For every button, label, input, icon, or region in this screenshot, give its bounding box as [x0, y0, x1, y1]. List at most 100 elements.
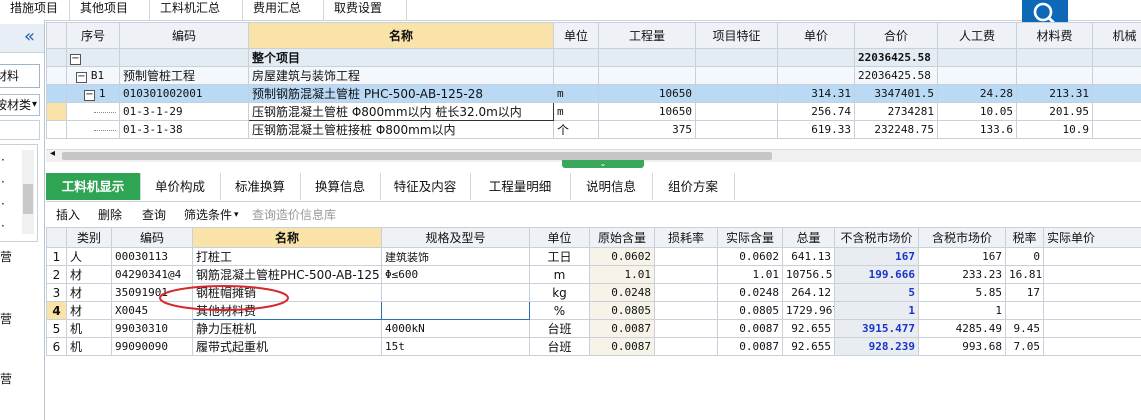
cell-price[interactable]: 256.74 — [777, 102, 855, 121]
menu-fee-settings[interactable]: 取费设置 — [324, 0, 407, 20]
cell-tax-rate[interactable]: 17 — [1005, 283, 1044, 302]
cell-price[interactable]: 619.33 — [777, 120, 855, 139]
filter-button[interactable]: 筛选条件 — [184, 205, 232, 225]
cell-labor[interactable] — [937, 48, 1017, 67]
cell-total[interactable]: 1729.9678 — [782, 301, 835, 320]
cell-spec[interactable] — [381, 283, 530, 302]
header-seq[interactable]: 序号 — [66, 22, 120, 49]
collapse-icon[interactable]: « — [24, 26, 35, 47]
table-row[interactable]: 3 材 35091901 钢桩帽摊销 kg 0.0248 0.0248 264.12 5 5.85… — [46, 283, 1141, 302]
table-row[interactable]: 01-3-1-38 压钢筋混凝土管桩接桩 Φ800mm以内 个 375 619.… — [46, 120, 1141, 139]
cell-name[interactable]: 房屋建筑与装饰工程 — [248, 66, 554, 85]
cell-machine[interactable] — [1092, 48, 1141, 67]
cell-feature[interactable] — [695, 66, 778, 85]
cell-total[interactable]: 92.655 — [782, 337, 835, 356]
cell-tax-rate[interactable]: 0 — [1005, 247, 1044, 266]
header-labor[interactable]: 人工费 — [937, 22, 1017, 49]
header-machine[interactable]: 机械 — [1092, 22, 1141, 49]
cell-actual-content[interactable]: 1.01 — [717, 265, 783, 284]
cell-tax-rate[interactable]: 16.81 — [1005, 265, 1044, 284]
header-market-price-tax[interactable]: 含税市场价 — [918, 227, 1006, 248]
header-qty[interactable]: 工程量 — [598, 22, 696, 49]
cell-actual-price[interactable]: 199.666 — [1043, 265, 1141, 284]
cell-name[interactable]: 钢桩帽摊销 — [192, 283, 382, 302]
cell-qty[interactable]: 375 — [598, 120, 696, 139]
left-item-material[interactable]: 材料 — [0, 64, 40, 88]
tab-conversion-info[interactable]: 换算信息 — [300, 173, 381, 200]
header-tax-rate[interactable]: 税率 — [1005, 227, 1044, 248]
cell-name[interactable]: 压钢筋混凝土管桩 Φ800mm以内 桩长32.0m以内 — [248, 102, 554, 121]
cell-code[interactable]: 01-3-1-38 — [119, 120, 249, 139]
table-row[interactable]: − 整个项目 22036425.58 — [46, 48, 1141, 67]
cell-feature[interactable] — [695, 102, 778, 121]
cell-material[interactable] — [1016, 66, 1093, 85]
cell-code[interactable]: 35091901 — [111, 283, 193, 302]
cell-material[interactable]: 201.95 — [1016, 102, 1093, 121]
cell-spec[interactable]: 建筑装饰 — [381, 247, 530, 266]
cell-name[interactable]: 静力压桩机 — [192, 319, 382, 338]
cell-total[interactable]: 92.655 — [782, 319, 835, 338]
tab-standard-conversion[interactable]: 标准换算 — [220, 173, 301, 200]
cell-code[interactable]: 99090090 — [111, 337, 193, 356]
cell-unit[interactable]: 个 — [553, 120, 599, 139]
cell-market-price-notax[interactable]: 928.239 — [834, 337, 919, 356]
cell-machine[interactable] — [1092, 66, 1141, 85]
scroll-thumb[interactable] — [62, 152, 772, 160]
collapse-box-icon[interactable]: − — [70, 54, 81, 65]
cell-tax-rate[interactable]: 7.05 — [1005, 337, 1044, 356]
table-row[interactable]: 01-3-1-29 压钢筋混凝土管桩 Φ800mm以内 桩长32.0m以内 m … — [46, 102, 1141, 121]
cell-price[interactable] — [777, 66, 855, 85]
cell-unit[interactable]: m — [529, 265, 590, 284]
cell-labor[interactable] — [937, 66, 1017, 85]
cell-total[interactable]: 264.12 — [782, 283, 835, 302]
cell-feature[interactable] — [695, 48, 778, 67]
table-row[interactable]: 6 机 99090090 履带式起重机 15t 台班 0.0087 0.0087 92.655 9… — [46, 337, 1141, 356]
query-price-db-button[interactable]: 查询造价信息库 — [252, 205, 336, 225]
cell-qty[interactable]: 10650 — [598, 84, 696, 103]
cell-name[interactable]: 钢筋混凝土管桩PHC-500-AB-125… — [192, 265, 382, 284]
cell-orig-content[interactable]: 0.0087 — [589, 337, 655, 356]
cell-unit[interactable]: 台班 — [529, 337, 590, 356]
cell-market-price-notax[interactable]: 5 — [834, 283, 919, 302]
cell-category[interactable]: 材 — [66, 301, 112, 320]
cell-actual-price[interactable]: 5 — [1043, 283, 1141, 302]
tab-quantity-detail[interactable]: 工程量明细 — [470, 173, 571, 200]
cell-total[interactable]: 2734281 — [854, 102, 938, 121]
filter-dropdown-icon[interactable]: ▾ — [234, 205, 239, 225]
cell-loss-rate[interactable] — [654, 337, 718, 356]
cell-spec[interactable]: 4000kN — [381, 319, 530, 338]
cell-qty[interactable]: 10650 — [598, 102, 696, 121]
collapse-box-icon[interactable]: − — [76, 72, 87, 83]
table-row[interactable]: 1 人 00030113 打桩工 建筑装饰 工日 0.0602 0.0602 641.13 167… — [46, 247, 1141, 266]
cell-spec[interactable] — [381, 301, 530, 320]
cell-category[interactable]: 机 — [66, 337, 112, 356]
header-unit[interactable]: 单位 — [529, 227, 590, 248]
tab-pricing-plan[interactable]: 组价方案 — [652, 173, 735, 200]
cell-spec[interactable]: Φ≤600 — [381, 265, 530, 284]
cell-feature[interactable] — [695, 120, 778, 139]
cell-seq[interactable]: − B1 — [66, 66, 120, 85]
header-name[interactable]: 名称 — [192, 227, 382, 248]
header-unit[interactable]: 单位 — [553, 22, 599, 49]
cell-market-price-tax[interactable]: 5.85 — [918, 283, 1006, 302]
header-material[interactable]: 材料费 — [1016, 22, 1093, 49]
cell-code[interactable]: 预制管桩工程 — [119, 66, 249, 85]
header-price[interactable]: 单价 — [777, 22, 855, 49]
cell-unit[interactable]: m — [553, 84, 599, 103]
cell-orig-content[interactable]: 1.01 — [589, 265, 655, 284]
menu-other-items[interactable]: 其他项目 — [70, 0, 150, 20]
cell-unit[interactable]: kg — [529, 283, 590, 302]
cell-labor[interactable]: 10.05 — [937, 102, 1017, 121]
header-total[interactable]: 总量 — [782, 227, 835, 248]
cell-orig-content[interactable]: 0.0602 — [589, 247, 655, 266]
cell-code[interactable] — [119, 48, 249, 67]
cell-category[interactable]: 人 — [66, 247, 112, 266]
header-loss-rate[interactable]: 损耗率 — [654, 227, 718, 248]
cell-machine[interactable] — [1092, 102, 1141, 121]
collapse-box-icon[interactable]: − — [84, 90, 95, 101]
left-search-box[interactable] — [0, 120, 40, 140]
cell-category[interactable]: 机 — [66, 319, 112, 338]
tab-features[interactable]: 特征及内容 — [380, 173, 471, 200]
cell-orig-content[interactable]: 0.0248 — [589, 283, 655, 302]
cell-name[interactable]: 履带式起重机 — [192, 337, 382, 356]
